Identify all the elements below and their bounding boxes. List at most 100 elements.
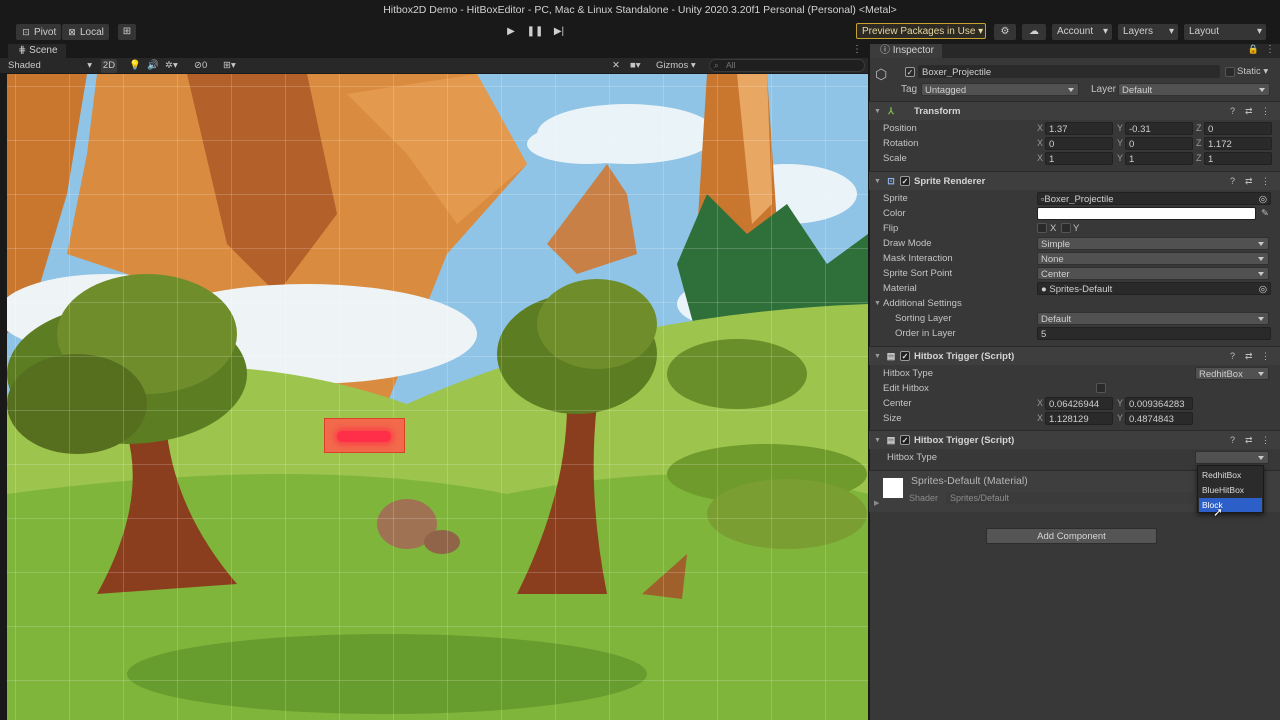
object-name-input[interactable]: Boxer_Projectile (918, 65, 1220, 78)
material-field[interactable]: ● Sprites-Default ◎ (1037, 282, 1271, 295)
expand-arrow-icon: ▼ (874, 300, 881, 307)
edit-hitbox-checkbox[interactable] (1096, 383, 1106, 393)
flip-x-checkbox[interactable] (1037, 223, 1047, 233)
scale-x-field[interactable]: 1 (1045, 152, 1113, 165)
hitbox-trigger-2-enabled-checkbox[interactable]: ✓ (900, 435, 910, 445)
tab-scene[interactable]: ⋕ Scene (8, 44, 66, 58)
pivot-toggle[interactable]: ⊡ Pivot (16, 24, 62, 40)
sorting-layer-dropdown[interactable]: Default (1037, 312, 1269, 325)
preset-icon[interactable]: ⇄ (1245, 347, 1253, 366)
option-redhitbox[interactable]: RedhitBox (1199, 468, 1262, 482)
play-icon: ▶ (507, 26, 515, 37)
camera-icon[interactable]: ■▾ (630, 59, 641, 73)
tab-menu-icon[interactable]: ⋮ (852, 44, 862, 55)
hitbox-trigger-1-enabled-checkbox[interactable]: ✓ (900, 351, 910, 361)
scale-z-field[interactable]: 1 (1204, 152, 1272, 165)
material-preview-swatch (883, 478, 903, 498)
cloud-button[interactable]: ☁ (1022, 24, 1046, 40)
preset-icon[interactable]: ⇄ (1245, 172, 1253, 191)
scene-search-input[interactable]: ⌕ All (709, 59, 865, 72)
component-menu-icon[interactable]: ⋮ (1261, 102, 1270, 121)
2d-mode-toggle[interactable]: 2D (101, 59, 117, 73)
hitbox-type-dropdown-2[interactable] (1195, 451, 1269, 464)
step-button[interactable]: ▶| (548, 23, 570, 41)
play-button[interactable]: ▶ (500, 23, 522, 41)
component-menu-icon[interactable]: ⋮ (1261, 431, 1270, 450)
scale-y-field[interactable]: 1 (1125, 152, 1193, 165)
flip-y-checkbox[interactable] (1061, 223, 1071, 233)
collab-button[interactable]: ⚙ (994, 24, 1016, 40)
mask-interaction-dropdown[interactable]: None (1037, 252, 1269, 265)
position-y-field[interactable]: -0.31 (1125, 122, 1193, 135)
lighting-icon[interactable]: 💡 (129, 59, 141, 73)
grid-snap-button[interactable]: ⊞ (118, 24, 136, 40)
transform-header[interactable]: ▼ ⅄ Transform ? ⇄ ⋮ (869, 101, 1280, 120)
rotation-x-field[interactable]: 0 (1045, 137, 1113, 150)
local-icon: ⊠ (68, 27, 76, 37)
hitbox-trigger-header-2[interactable]: ▼ ▤ ✓ Hitbox Trigger (Script) ? ⇄ ⋮ (869, 430, 1280, 449)
object-picker-icon[interactable]: ◎ (1259, 193, 1267, 204)
preset-icon[interactable]: ⇄ (1245, 431, 1253, 450)
shader-dropdown[interactable]: Sprites/Default (946, 492, 1194, 504)
size-x-field[interactable]: 1.128129 (1045, 412, 1113, 425)
search-icon: ⌕ (714, 60, 719, 70)
eyedropper-icon[interactable]: ✎ (1261, 206, 1269, 221)
layer-dropdown[interactable]: Default (1118, 83, 1270, 96)
center-x-field[interactable]: 0.06426944 (1045, 397, 1113, 410)
preview-packages-button[interactable]: Preview Packages in Use ▾ (856, 23, 986, 39)
draw-mode-dropdown[interactable]: Simple (1037, 237, 1269, 250)
add-component-button[interactable]: Add Component (986, 528, 1157, 544)
shading-mode-dropdown[interactable]: Shaded ▾ (8, 59, 94, 73)
expand-arrow-icon[interactable]: ▶ (874, 499, 879, 507)
object-active-checkbox[interactable]: ✓ (905, 67, 915, 77)
help-icon[interactable]: ? (1230, 102, 1235, 121)
preset-icon[interactable]: ⇄ (1245, 102, 1253, 121)
gizmos-dropdown[interactable]: Gizmos ▾ (656, 59, 696, 73)
audio-icon[interactable]: 🔊 (147, 59, 159, 73)
position-x-field[interactable]: 1.37 (1045, 122, 1113, 135)
grid-icon: ⊞ (122, 26, 132, 37)
order-in-layer-row: Order in Layer 5 (869, 326, 1280, 341)
color-swatch[interactable] (1037, 207, 1256, 220)
hidden-objects-toggle[interactable]: ⊘0 (194, 59, 207, 73)
layers-dropdown[interactable]: Layers ▾ (1118, 24, 1178, 40)
static-dropdown[interactable]: Static ▾ (1237, 65, 1268, 78)
component-menu-icon[interactable]: ⋮ (1261, 347, 1270, 366)
hitbox-trigger-header-1[interactable]: ▼ ▤ ✓ Hitbox Trigger (Script) ? ⇄ ⋮ (869, 346, 1280, 365)
sprite-field[interactable]: ▫Boxer_Projectile ◎ (1037, 192, 1271, 205)
tools-icon[interactable]: ✕ (612, 59, 620, 73)
help-icon[interactable]: ? (1230, 172, 1235, 191)
layout-dropdown[interactable]: Layout ▾ (1184, 24, 1266, 40)
option-block[interactable]: Block (1199, 498, 1262, 512)
object-picker-icon[interactable]: ◎ (1259, 283, 1267, 294)
size-y-field[interactable]: 0.4874843 (1125, 412, 1193, 425)
local-toggle[interactable]: ⊠ Local (62, 24, 109, 40)
script-icon: ▤ (886, 351, 896, 361)
option-bluehitbox[interactable]: BlueHitBox (1199, 483, 1262, 497)
scene-icon: ⋕ (18, 45, 30, 56)
inspector-menu-icon[interactable]: ⋮ (1265, 44, 1275, 55)
tag-dropdown[interactable]: Untagged (921, 83, 1079, 96)
order-in-layer-field[interactable]: 5 (1037, 327, 1271, 340)
additional-settings-row[interactable]: ▼ Additional Settings (869, 296, 1280, 311)
scene-viewport[interactable] (7, 74, 868, 720)
rotation-y-field[interactable]: 0 (1125, 137, 1193, 150)
effects-icon[interactable]: ✲▾ (165, 59, 178, 73)
help-icon[interactable]: ? (1230, 347, 1235, 366)
pause-button[interactable]: ❚❚ (524, 23, 546, 41)
lock-icon[interactable]: 🔒 (1248, 44, 1259, 55)
help-icon[interactable]: ? (1230, 431, 1235, 450)
sprite-renderer-header[interactable]: ▼ ⊡ ✓ Sprite Renderer ? ⇄ ⋮ (869, 171, 1280, 190)
tab-inspector[interactable]: ⓘ Inspector (870, 44, 942, 58)
center-y-field[interactable]: 0.009364283 (1125, 397, 1193, 410)
rotation-z-field[interactable]: 1.172 (1204, 137, 1272, 150)
grid-toggle[interactable]: ⊞▾ (223, 59, 236, 73)
position-z-field[interactable]: 0 (1204, 122, 1272, 135)
projectile-hitbox[interactable] (324, 418, 405, 453)
static-checkbox[interactable] (1225, 67, 1235, 77)
account-dropdown[interactable]: Account ▾ (1052, 24, 1112, 40)
sort-point-dropdown[interactable]: Center (1037, 267, 1269, 280)
component-menu-icon[interactable]: ⋮ (1261, 172, 1270, 191)
hitbox-type-dropdown-1[interactable]: RedhitBox (1195, 367, 1269, 380)
sprite-renderer-enabled-checkbox[interactable]: ✓ (900, 176, 910, 186)
